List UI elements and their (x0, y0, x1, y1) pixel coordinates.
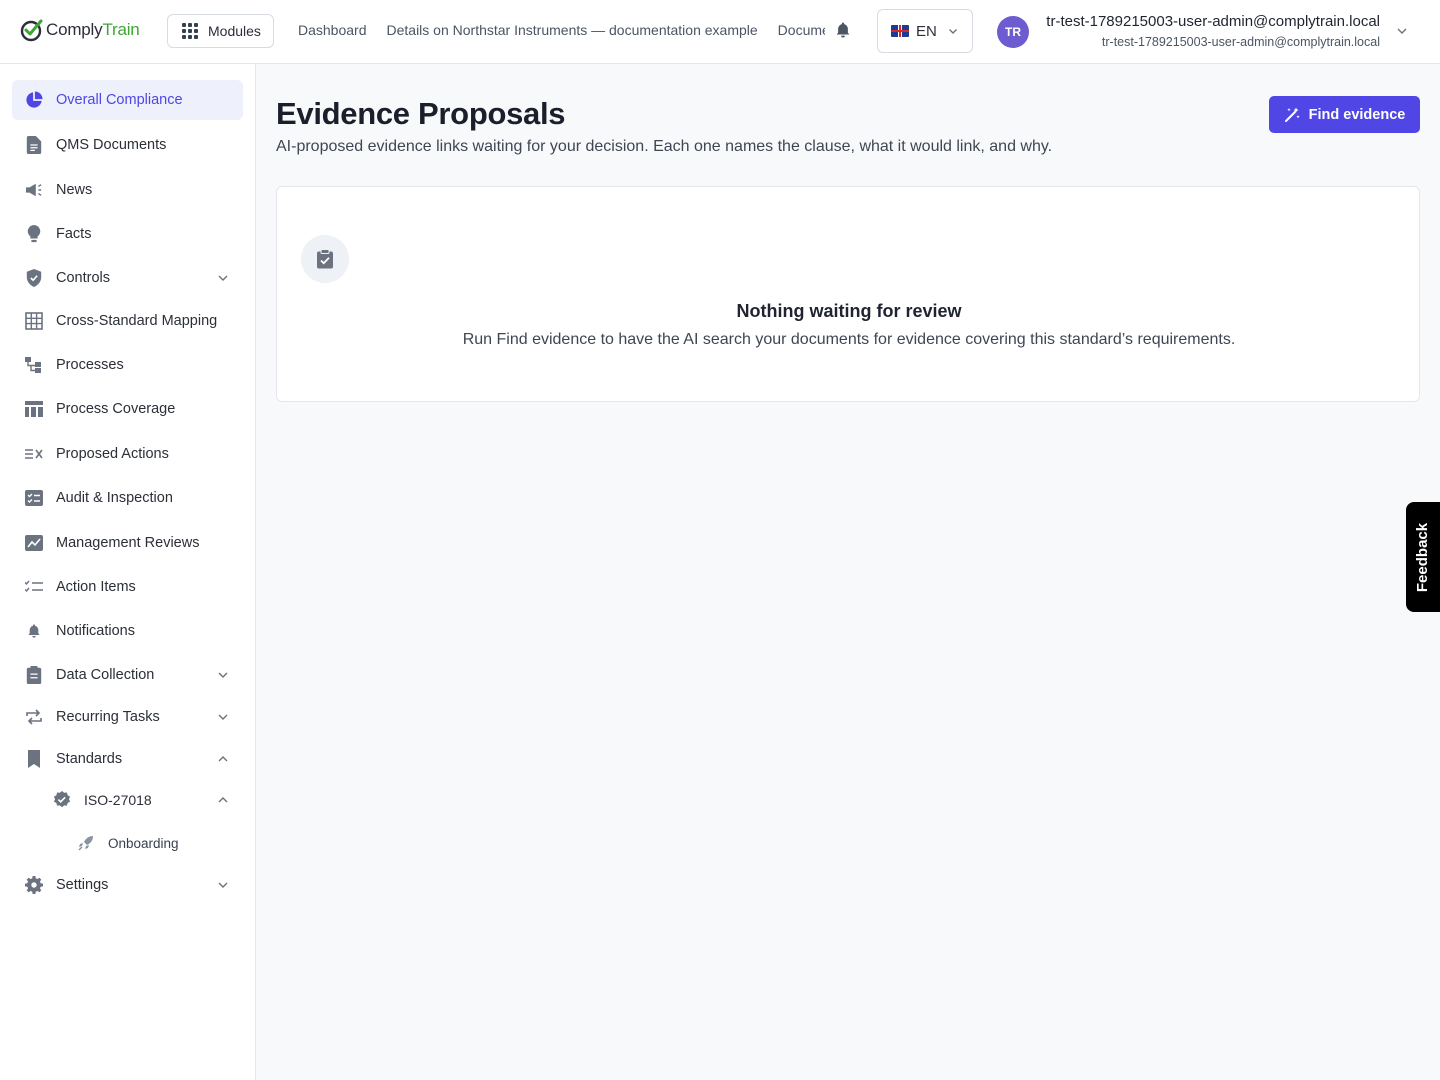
rocket-icon (76, 833, 96, 853)
empty-state-card: Nothing waiting for review Run Find evid… (276, 186, 1420, 402)
top-nav: Dashboard Details on Northstar Instrumen… (298, 22, 825, 38)
nav-documents[interactable]: Documents (778, 22, 825, 38)
nav-dashboard[interactable]: Dashboard (298, 22, 367, 38)
sidebar-item-label: QMS Documents (56, 137, 167, 153)
chevron-up-icon (218, 797, 228, 803)
proposed-actions-icon (24, 444, 44, 464)
complytrain-logo[interactable]: ComplyTrain (20, 18, 140, 42)
sidebar-item-proposed-actions[interactable]: Proposed Actions (12, 434, 243, 474)
sidebar-item-label: Cross-Standard Mapping (56, 313, 218, 329)
gear-icon (24, 875, 44, 895)
sidebar-item-label: Settings (56, 877, 109, 893)
table-grid-icon (24, 311, 44, 331)
sidebar-item-label: Onboarding (108, 835, 179, 851)
sidebar-item-label: Controls (56, 270, 110, 286)
chevron-down-icon (218, 275, 228, 281)
sidebar-item-label: Action Items (56, 579, 136, 595)
page-title: Evidence Proposals (276, 96, 566, 131)
audit-checklist-icon (24, 488, 44, 508)
pie-chart-icon (24, 90, 44, 110)
sidebar-item-management-reviews[interactable]: Management Reviews (12, 523, 243, 563)
document-icon (24, 135, 44, 155)
chevron-down-icon (218, 672, 228, 678)
empty-state-icon-wrap (301, 235, 349, 283)
sidebar-item-notifications[interactable]: Notifications (12, 611, 243, 651)
language-selector[interactable]: EN (877, 9, 973, 53)
sidebar-item-data-collection[interactable]: Data Collection (12, 655, 243, 695)
feedback-label: Feedback (1414, 522, 1432, 592)
sidebar-item-news[interactable]: News (12, 170, 243, 210)
user-menu-chevron-icon[interactable] (1396, 25, 1408, 37)
chevron-up-icon (218, 756, 228, 762)
sidebar-item-label: Audit & Inspection (56, 490, 173, 506)
nav-details-link[interactable]: Details on Northstar Instruments — docum… (387, 22, 758, 38)
modules-label: Modules (208, 23, 261, 39)
sidebar-item-label: Notifications (56, 623, 135, 639)
megaphone-icon (24, 180, 44, 200)
sidebar-item-label: Recurring Tasks (56, 709, 160, 725)
sidebar-item-label: Processes (56, 357, 124, 373)
empty-state-description: Run Find evidence to have the AI search … (462, 331, 1236, 348)
repeat-icon (24, 707, 44, 727)
bell-icon (24, 621, 44, 641)
sidebar-item-label: Facts (56, 226, 92, 242)
logo-check-icon (20, 19, 43, 42)
chevron-down-icon (948, 29, 957, 34)
sidebar-item-label: Management Reviews (56, 535, 200, 551)
logo-text: ComplyTrain (46, 20, 140, 39)
sidebar-item-qms-documents[interactable]: QMS Documents (12, 125, 243, 165)
clipboard-check-icon (317, 249, 333, 269)
sidebar-item-label: ISO-27018 (84, 792, 152, 808)
verified-badge-icon (52, 790, 72, 810)
coverage-table-icon (24, 399, 44, 419)
user-email: tr-test-1789215003-user-admin@complytrai… (1101, 35, 1380, 49)
sidebar-item-label: Data Collection (56, 667, 155, 683)
empty-state-title: Nothing waiting for review (736, 301, 962, 321)
review-chart-icon (24, 533, 44, 553)
top-bar: ComplyTrain Modules Dashboard Details on… (0, 0, 1440, 64)
magic-wand-icon (1284, 107, 1300, 122)
page-subtitle: AI-proposed evidence links waiting for y… (276, 138, 1053, 155)
process-flow-icon (24, 355, 44, 375)
language-label: EN (916, 22, 937, 40)
notifications-bell-icon[interactable] (834, 21, 852, 39)
sidebar-item-standards[interactable]: Standards (12, 739, 243, 779)
sidebar-item-action-items[interactable]: Action Items (12, 567, 243, 607)
shield-icon (24, 268, 44, 288)
sidebar-item-recurring-tasks[interactable]: Recurring Tasks (12, 697, 243, 737)
sidebar-item-audit-inspection[interactable]: Audit & Inspection (12, 478, 243, 518)
user-name[interactable]: tr-test-1789215003-user-admin@complytrai… (1046, 13, 1380, 30)
sidebar-item-cross-standard-mapping[interactable]: Cross-Standard Mapping (12, 301, 243, 341)
bookmark-icon (24, 749, 44, 769)
find-evidence-button[interactable]: Find evidence (1269, 96, 1420, 133)
sidebar-item-label: Process Coverage (56, 401, 176, 417)
clipboard-icon (24, 665, 44, 685)
sidebar-item-label: Proposed Actions (56, 446, 169, 462)
chevron-down-icon (218, 882, 228, 888)
chevron-down-icon (218, 714, 228, 720)
sidebar-item-onboarding[interactable]: Onboarding (64, 823, 243, 863)
feedback-tab[interactable]: Feedback (1406, 502, 1440, 612)
uk-flag-icon (891, 25, 909, 37)
apps-grid-icon (182, 23, 198, 39)
sidebar-item-facts[interactable]: Facts (12, 214, 243, 254)
sidebar-item-label: Standards (56, 751, 123, 767)
lightbulb-icon (24, 224, 44, 244)
sidebar-item-process-coverage[interactable]: Process Coverage (12, 389, 243, 429)
sidebar-item-settings[interactable]: Settings (12, 865, 243, 905)
sidebar-item-processes[interactable]: Processes (12, 345, 243, 385)
checklist-icon (24, 577, 44, 597)
modules-button[interactable]: Modules (167, 14, 274, 48)
sidebar-item-controls[interactable]: Controls (12, 258, 243, 298)
find-evidence-label: Find evidence (1308, 106, 1406, 123)
sidebar-item-label: News (56, 182, 93, 198)
sidebar-item-overall-compliance[interactable]: Overall Compliance (12, 80, 243, 120)
avatar[interactable]: TR (997, 16, 1029, 48)
sidebar-item-label: Overall Compliance (56, 92, 183, 108)
sidebar: Overall Compliance QMS Documents News Fa… (0, 64, 256, 1080)
sidebar-item-iso-27018[interactable]: ISO-27018 (40, 780, 243, 820)
